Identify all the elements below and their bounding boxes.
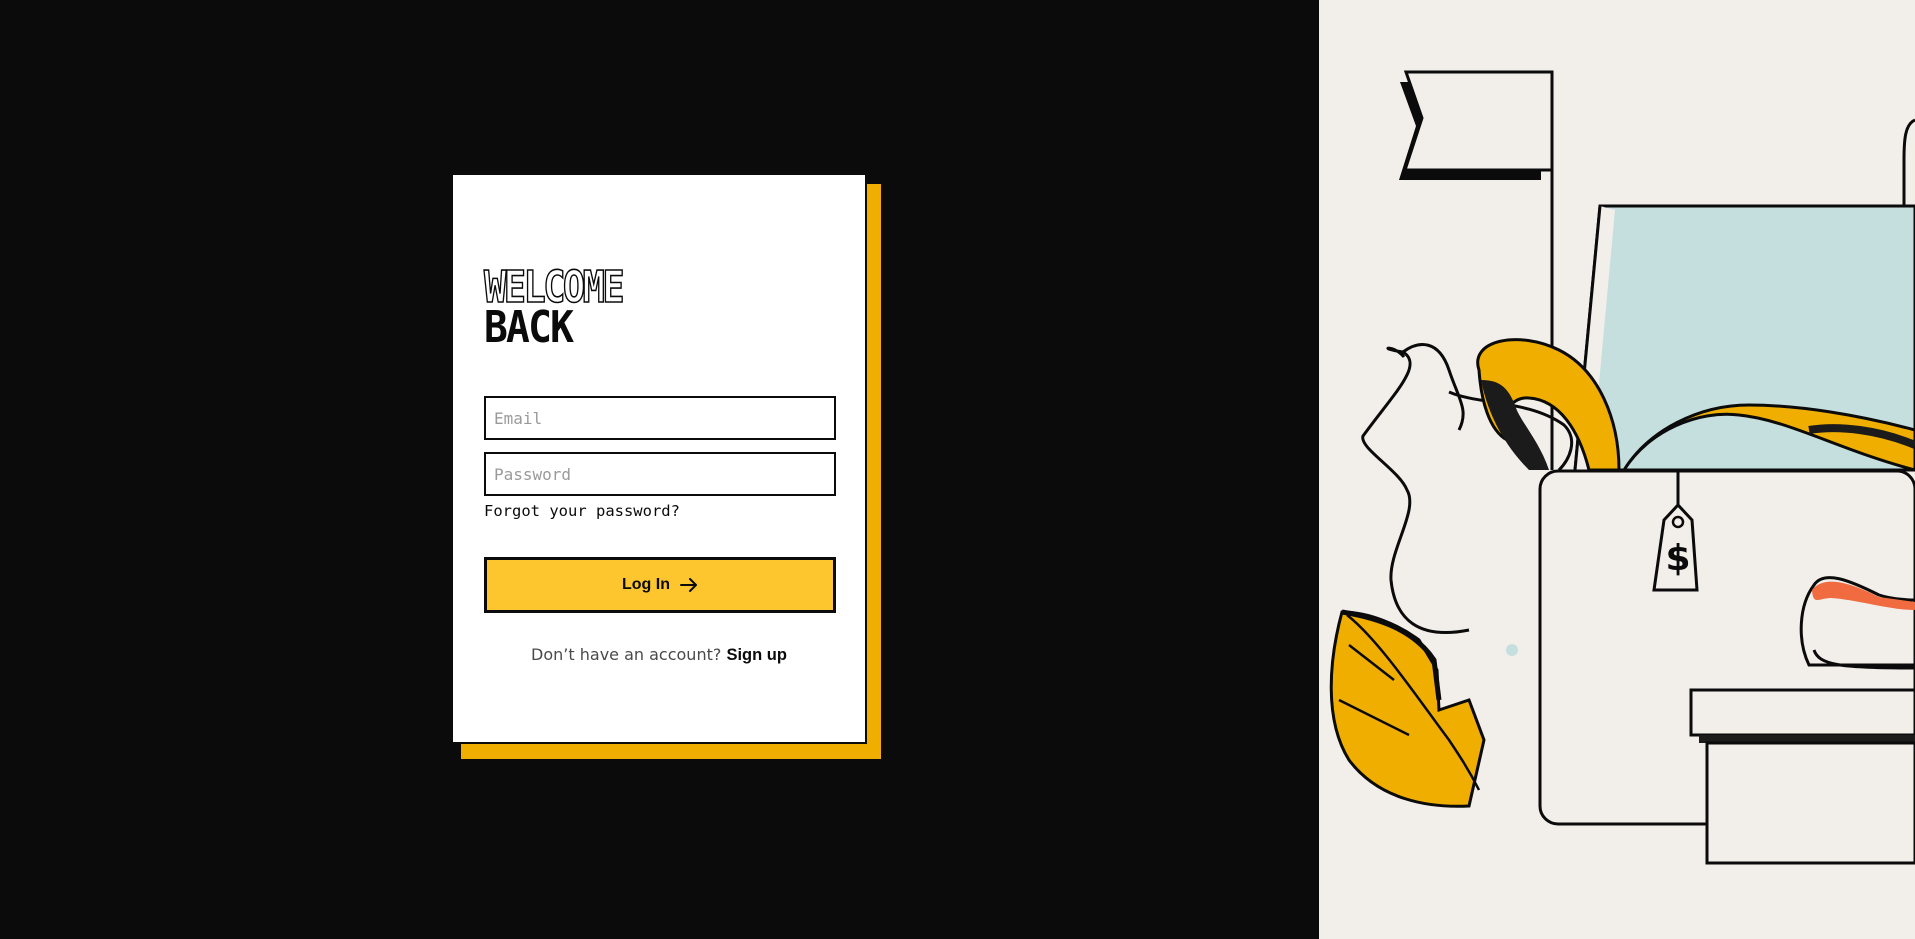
signup-link[interactable]: Sign up	[726, 646, 787, 664]
forgot-password-link[interactable]: Forgot your password?	[484, 502, 680, 520]
signup-prompt: Don’t have an account?	[531, 645, 722, 664]
login-card: WELCOME BACK Forgot your password? Log I…	[451, 173, 867, 744]
leaf-icon	[1329, 609, 1486, 808]
email-input[interactable]	[484, 396, 836, 440]
arrow-right-icon	[679, 578, 697, 592]
shopping-illustration: $	[1329, 70, 1915, 865]
price-tag-symbol: $	[1665, 538, 1690, 579]
left-panel: WELCOME BACK Forgot your password? Log I…	[0, 0, 1319, 939]
title-back: BACK	[484, 302, 574, 353]
signup-row: Don’t have an account? Sign up	[453, 645, 865, 665]
shelf-boxes	[1689, 688, 1915, 865]
illustration-panel: $	[1319, 0, 1915, 939]
password-input[interactable]	[484, 452, 836, 496]
login-page: WELCOME BACK Forgot your password? Log I…	[0, 0, 1915, 939]
login-button[interactable]: Log In	[484, 557, 836, 613]
login-button-label: Log In	[622, 576, 670, 593]
